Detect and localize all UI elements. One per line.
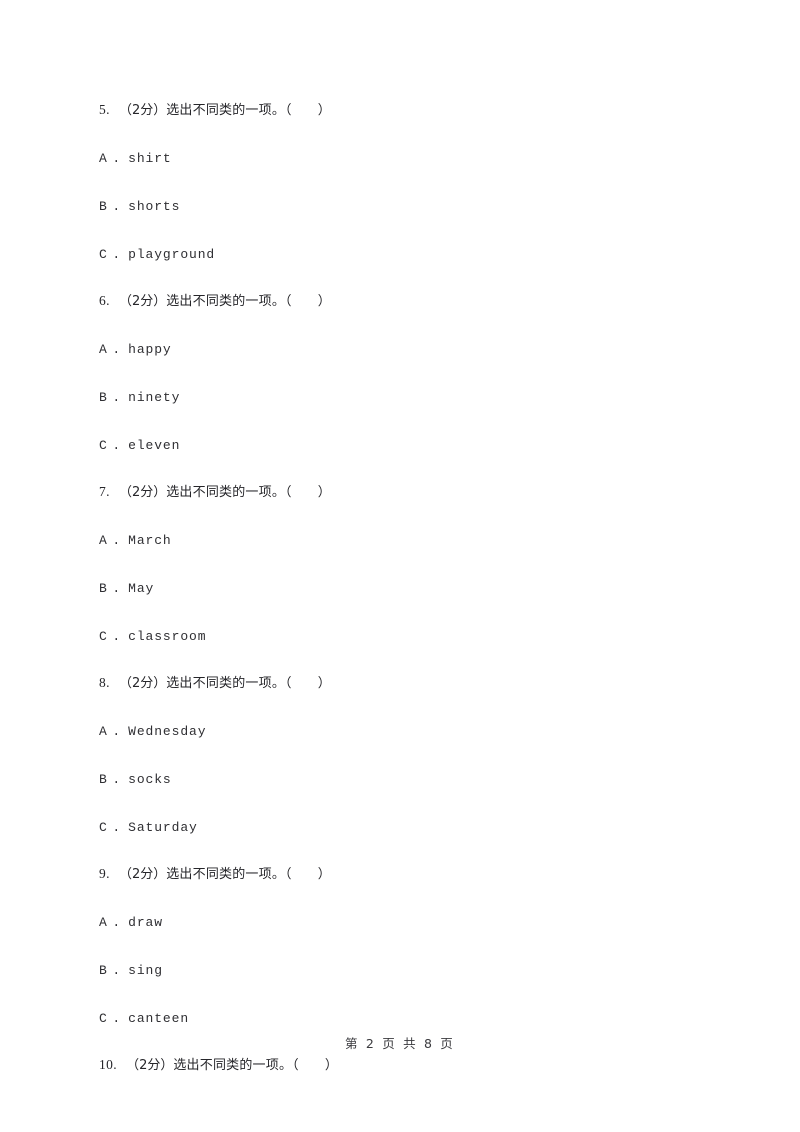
option-separator: . (112, 342, 121, 357)
option-text: classroom (128, 629, 207, 644)
option-letter: C (99, 1011, 108, 1026)
option-separator: . (112, 724, 121, 739)
option-letter: C (99, 247, 108, 262)
option-letter: B (99, 199, 108, 214)
option-c[interactable]: C. canteen (99, 1009, 719, 1029)
question-prompt: 选出不同类的一项。（ (166, 867, 292, 882)
question-score: （2分） (118, 294, 167, 309)
option-text: canteen (128, 1011, 190, 1026)
question-6: 10. （2分） 选出不同类的一项。（ ） (99, 1055, 719, 1076)
option-text: eleven (128, 438, 181, 453)
question-score: （2分） (118, 485, 167, 500)
option-text: sing (128, 963, 163, 978)
question-prompt-close: ） (317, 485, 331, 500)
option-letter: B (99, 772, 108, 787)
option-text: shirt (128, 151, 172, 166)
option-text: socks (128, 772, 172, 787)
option-separator: . (112, 199, 121, 214)
option-letter: B (99, 963, 108, 978)
option-text: Wednesday (128, 724, 207, 739)
page-footer: 第 2 页 共 8 页 (345, 1036, 455, 1051)
option-letter: A (99, 533, 108, 548)
question-number: 9. (99, 866, 110, 881)
option-a[interactable]: A. Wednesday (99, 722, 719, 742)
option-letter: A (99, 724, 108, 739)
option-separator: . (112, 581, 121, 596)
option-b[interactable]: B. sing (99, 961, 719, 981)
option-c[interactable]: C. eleven (99, 436, 719, 456)
option-letter: C (99, 438, 108, 453)
option-a[interactable]: A. March (99, 531, 719, 551)
question-number: 7. (99, 484, 110, 499)
question-prompt-close: ） (317, 294, 331, 309)
option-letter: A (99, 915, 108, 930)
option-b[interactable]: B. May (99, 579, 719, 599)
question-prompt: 选出不同类的一项。（ (173, 1058, 299, 1073)
option-text: shorts (128, 199, 181, 214)
question-number: 6. (99, 293, 110, 308)
question-2: 6. （2分） 选出不同类的一项。（ ） (99, 291, 719, 312)
option-separator: . (112, 151, 121, 166)
option-text: March (128, 533, 172, 548)
option-separator: . (112, 963, 121, 978)
option-letter: A (99, 342, 108, 357)
option-letter: B (99, 390, 108, 405)
question-prompt: 选出不同类的一项。（ (166, 485, 292, 500)
option-b[interactable]: B. socks (99, 770, 719, 790)
option-a[interactable]: A. shirt (99, 149, 719, 169)
option-c[interactable]: C. classroom (99, 627, 719, 647)
option-text: ninety (128, 390, 181, 405)
document-page: 5. （2分） 选出不同类的一项。（） A. shirt B. shorts C. playgr… (0, 0, 800, 1132)
question-prompt-close: ） (324, 1058, 339, 1073)
option-text: draw (128, 915, 163, 930)
option-text: playground (128, 247, 216, 262)
option-letter: B (99, 581, 108, 596)
question-prompt: 选出不同类的一项。（ (166, 294, 292, 309)
option-separator: . (112, 820, 121, 835)
question-number: 10. (99, 1057, 118, 1072)
question-4: 8. （2分） 选出不同类的一项。（ ） (99, 673, 719, 694)
question-prompt: 选出不同类的一项。（ (166, 676, 292, 691)
question-prompt-close: ） (317, 867, 331, 882)
option-letter: C (99, 629, 108, 644)
option-b[interactable]: B. ninety (99, 388, 719, 408)
question-number: 8. (99, 675, 110, 690)
question-5: 9. （2分） 选出不同类的一项。（ ） (99, 864, 719, 885)
option-text: May (128, 581, 155, 596)
question-score: （2分） (118, 867, 167, 882)
option-separator: . (112, 1011, 121, 1026)
question-prompt: 选出不同类的一项。（ (166, 103, 292, 118)
question-list: 5. （2分） 选出不同类的一项。（） A. shirt B. shorts C. playgr… (99, 100, 719, 1076)
question-prompt-close: ） (317, 103, 331, 118)
option-text: Saturday (128, 820, 198, 835)
question-1: 5. （2分） 选出不同类的一项。（ ） (99, 100, 719, 121)
option-separator: . (112, 390, 121, 405)
question-score: （2分） (118, 676, 167, 691)
option-separator: . (112, 438, 121, 453)
option-c[interactable]: C. Saturday (99, 818, 719, 838)
option-separator: . (112, 247, 121, 262)
question-score: （2分） (118, 103, 167, 118)
option-separator: . (112, 915, 121, 930)
option-separator: . (112, 533, 121, 548)
option-text: happy (128, 342, 172, 357)
question-number: 5. (99, 102, 110, 117)
question-score: （2分） (126, 1058, 174, 1073)
option-separator: . (112, 772, 121, 787)
option-c[interactable]: C. playground (99, 245, 719, 265)
question-3: 7. （2分） 选出不同类的一项。（ ） (99, 482, 719, 503)
option-separator: . (112, 629, 121, 644)
option-letter: A (99, 151, 108, 166)
question-prompt-close: ） (317, 676, 331, 691)
option-a[interactable]: A. happy (99, 340, 719, 360)
option-b[interactable]: B. shorts (99, 197, 719, 217)
option-letter: C (99, 820, 108, 835)
option-a[interactable]: A. draw (99, 913, 719, 933)
